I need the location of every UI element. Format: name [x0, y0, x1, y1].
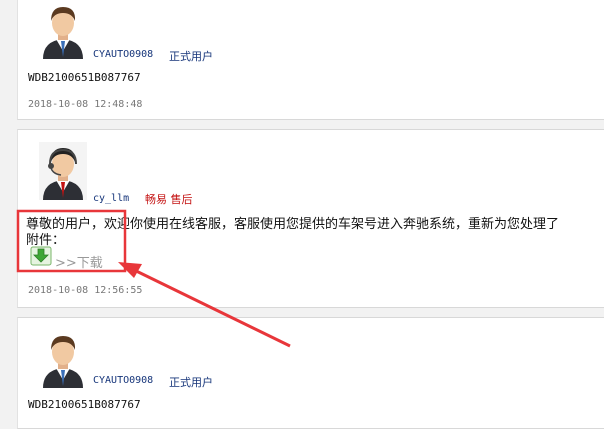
message-text: 尊敬的用户，欢迎你使用在线客服，客服使用您提供的车架号进入奔驰系统，重新为您处理…	[26, 217, 560, 232]
download-icon[interactable]	[30, 246, 52, 266]
download-link[interactable]: >>下载	[55, 252, 103, 271]
message-post: CYAUTO0908 正式用户 WDB2100651B087767	[17, 317, 604, 429]
message-timestamp: 2018-10-08 12:56:55	[28, 285, 143, 296]
message-text: WDB2100651B087767	[28, 71, 141, 84]
user-avatar	[39, 142, 87, 200]
username-link[interactable]: CYAUTO0908	[93, 49, 153, 60]
username-link[interactable]: cy_llm	[93, 193, 129, 204]
user-role-badge: 畅易 售后	[145, 193, 193, 206]
message-text: WDB2100651B087767	[28, 398, 141, 411]
user-avatar	[39, 330, 87, 388]
user-avatar	[39, 1, 87, 59]
user-role-badge: 正式用户	[169, 50, 213, 63]
user-role-badge: 正式用户	[169, 376, 213, 389]
message-post: cy_llm 畅易 售后 尊敬的用户，欢迎你使用在线客服，客服使用您提供的车架号…	[17, 129, 604, 308]
message-timestamp: 2018-10-08 12:48:48	[28, 99, 143, 110]
username-link[interactable]: CYAUTO0908	[93, 375, 153, 386]
message-post: CYAUTO0908 正式用户 WDB2100651B087767 2018-1…	[17, 0, 604, 120]
